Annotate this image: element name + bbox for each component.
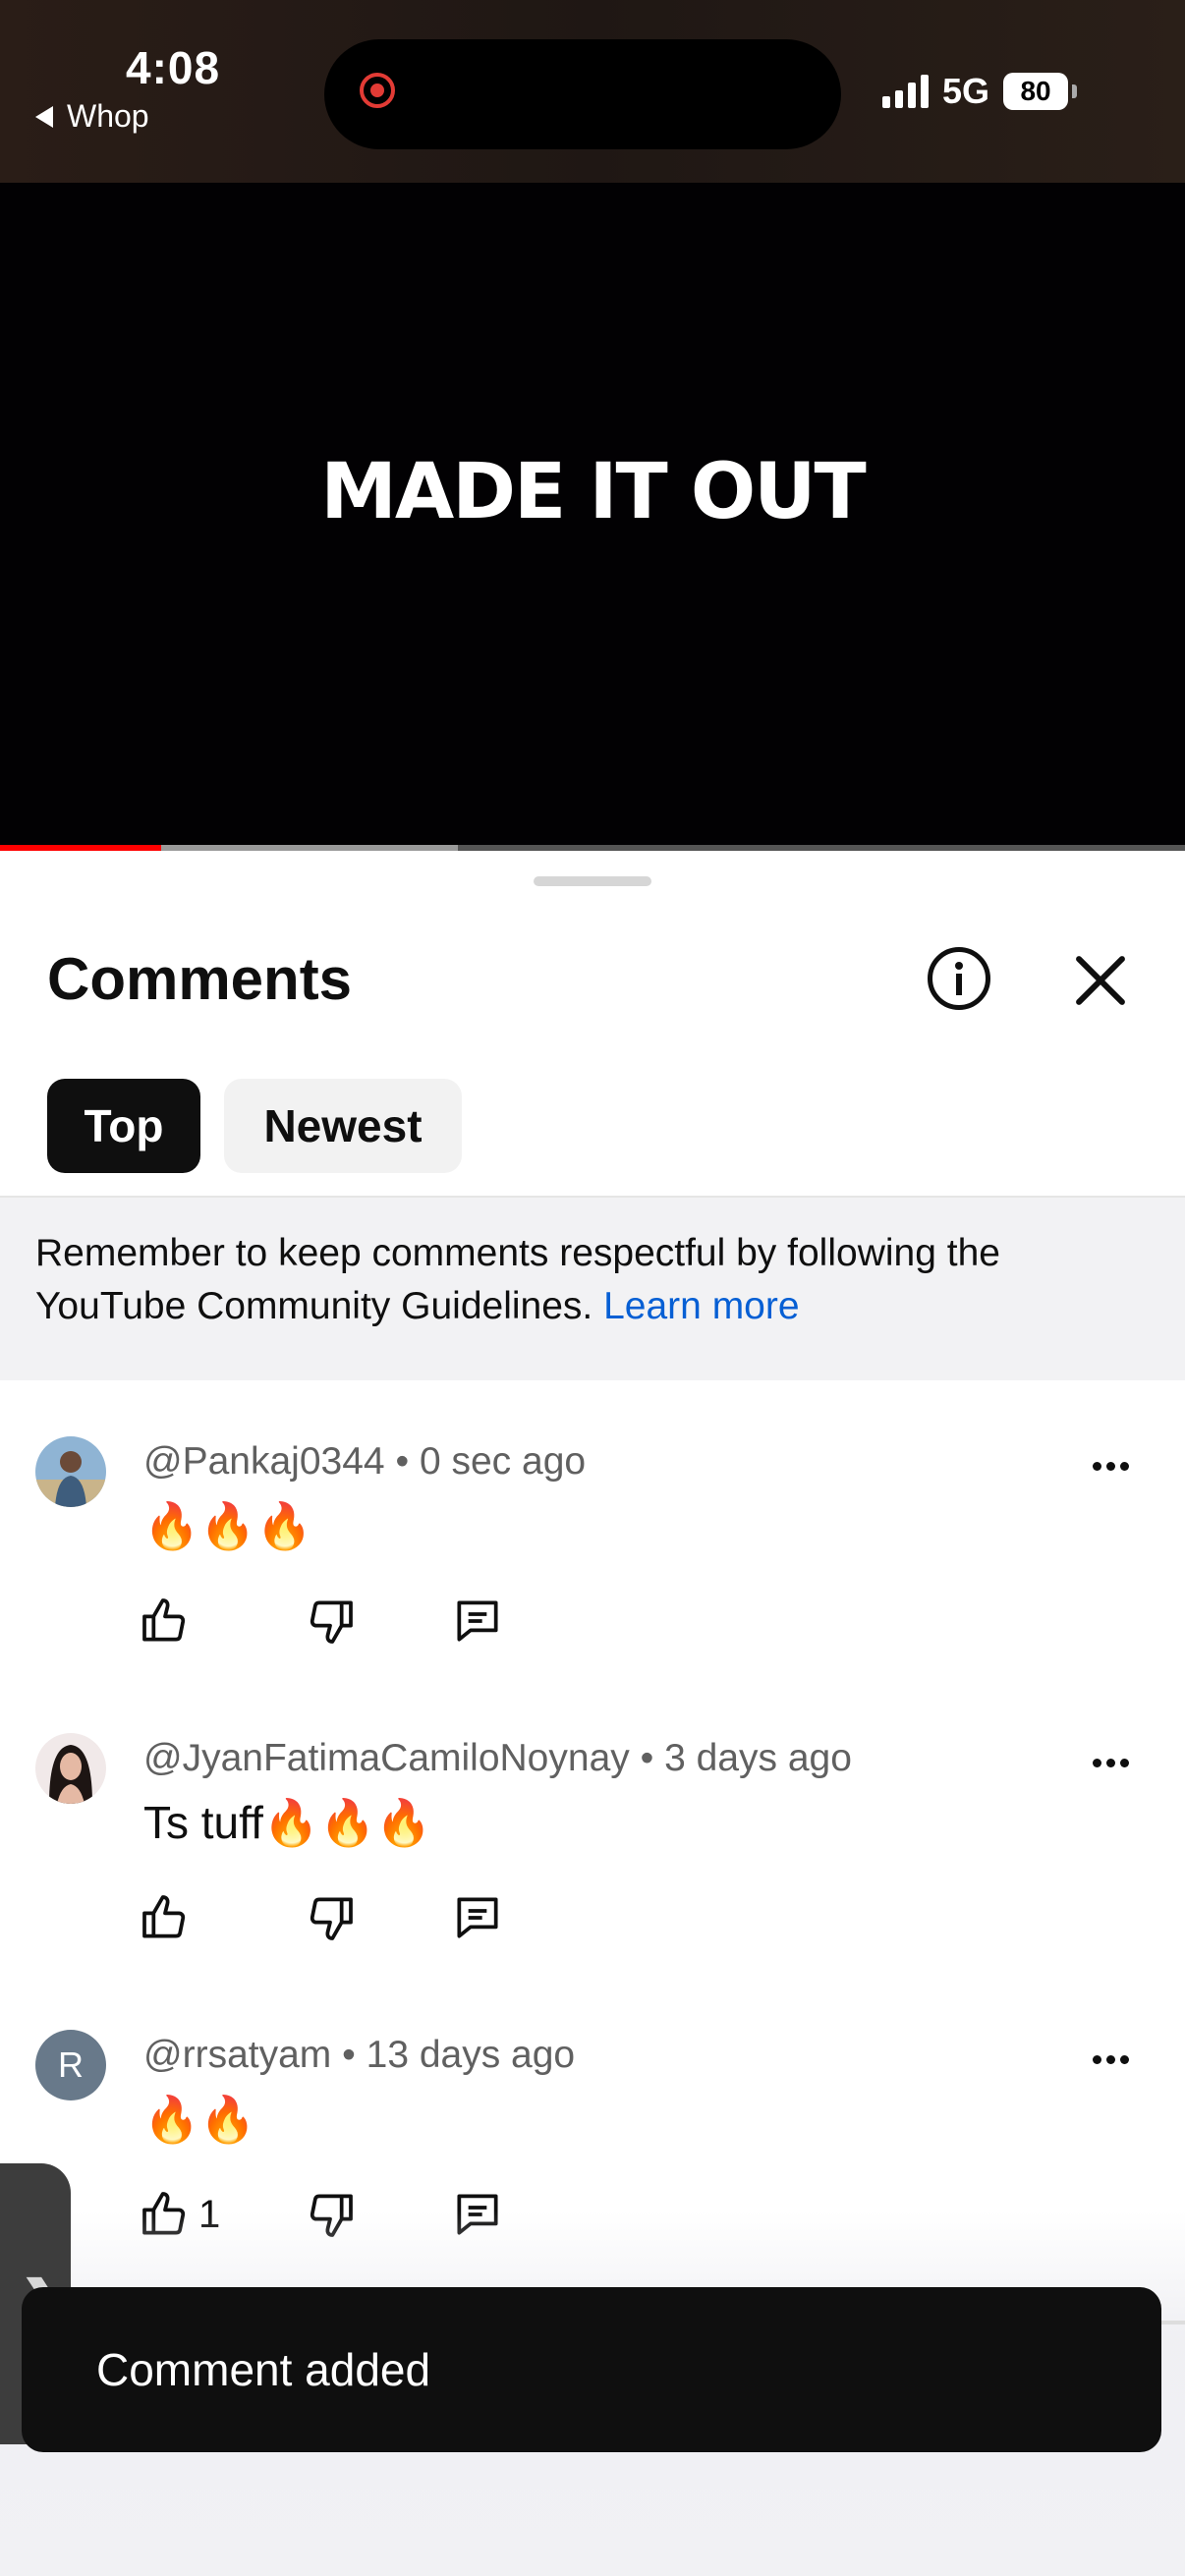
status-bar: 4:08 Whop 5G 80 bbox=[0, 0, 1185, 183]
video-title-card: MADE IT OUT bbox=[320, 448, 866, 536]
reply-icon[interactable] bbox=[450, 1890, 505, 1945]
comment-author[interactable]: @JyanFatimaCamiloNoynay bbox=[143, 1737, 630, 1779]
comment-time: 13 days ago bbox=[366, 2034, 576, 2076]
more-options-icon[interactable] bbox=[1093, 1462, 1129, 1471]
comment-time: 3 days ago bbox=[664, 1737, 852, 1779]
comment-author[interactable]: @Pankaj0344 bbox=[143, 1440, 385, 1483]
like-icon[interactable] bbox=[138, 1594, 193, 1649]
like-icon[interactable] bbox=[138, 1890, 193, 1945]
battery-level: 80 bbox=[1020, 76, 1051, 106]
screen-recording-icon bbox=[360, 73, 395, 108]
more-options-icon[interactable] bbox=[1093, 2055, 1129, 2064]
status-time: 4:08 bbox=[126, 42, 221, 93]
comment-meta: @rrsatyam • 13 days ago bbox=[143, 2034, 576, 2076]
cellular-signal-icon bbox=[882, 75, 929, 108]
learn-more-link[interactable]: Learn more bbox=[603, 1285, 799, 1327]
dynamic-island bbox=[324, 39, 841, 149]
status-indicators: 5G 80 bbox=[882, 71, 1078, 112]
dislike-icon[interactable] bbox=[303, 1890, 358, 1945]
notice-text: Remember to keep comments respectful by … bbox=[35, 1232, 1000, 1327]
back-app-label: Whop bbox=[67, 98, 149, 134]
toast-message: Comment added bbox=[96, 2344, 431, 2395]
battery-icon: 80 bbox=[1003, 73, 1078, 110]
comment-item: @Pankaj0344 • 0 sec ago 🔥🔥🔥 bbox=[0, 1436, 1185, 1731]
dislike-icon[interactable] bbox=[303, 1594, 358, 1649]
comment-author[interactable]: @rrsatyam bbox=[143, 2034, 331, 2076]
reply-icon[interactable] bbox=[450, 1594, 505, 1649]
divider bbox=[1161, 2321, 1185, 2324]
comment-meta: @Pankaj0344 • 0 sec ago bbox=[143, 1440, 587, 1483]
back-to-app-button[interactable]: Whop bbox=[35, 98, 149, 135]
back-arrow-icon bbox=[35, 105, 53, 128]
avatar[interactable] bbox=[35, 1436, 106, 1507]
more-options-icon[interactable] bbox=[1093, 1759, 1129, 1767]
comment-meta: @JyanFatimaCamiloNoynay • 3 days ago bbox=[143, 1737, 852, 1779]
sheet-drag-handle[interactable] bbox=[534, 876, 651, 886]
close-icon[interactable] bbox=[1073, 953, 1128, 1008]
comment-text: 🔥🔥🔥 bbox=[143, 1500, 312, 1551]
info-icon[interactable] bbox=[928, 947, 990, 1010]
comment-text: 🔥🔥 bbox=[143, 2094, 256, 2145]
toast-notification: Comment added bbox=[22, 2287, 1161, 2452]
video-player[interactable]: MADE IT OUT bbox=[0, 183, 1185, 851]
comments-title: Comments bbox=[47, 946, 353, 1012]
network-type: 5G bbox=[942, 71, 990, 111]
comment-item: @JyanFatimaCamiloNoynay • 3 days ago Ts … bbox=[0, 1733, 1185, 2028]
tab-newest[interactable]: Newest bbox=[224, 1079, 462, 1173]
avatar[interactable] bbox=[35, 1733, 106, 1804]
community-guidelines-notice: Remember to keep comments respectful by … bbox=[0, 1198, 1185, 1380]
tab-top[interactable]: Top bbox=[47, 1079, 200, 1173]
avatar[interactable]: R bbox=[35, 2030, 106, 2100]
comment-text: Ts tuff🔥🔥🔥 bbox=[143, 1797, 432, 1848]
comment-time: 0 sec ago bbox=[419, 1440, 587, 1483]
